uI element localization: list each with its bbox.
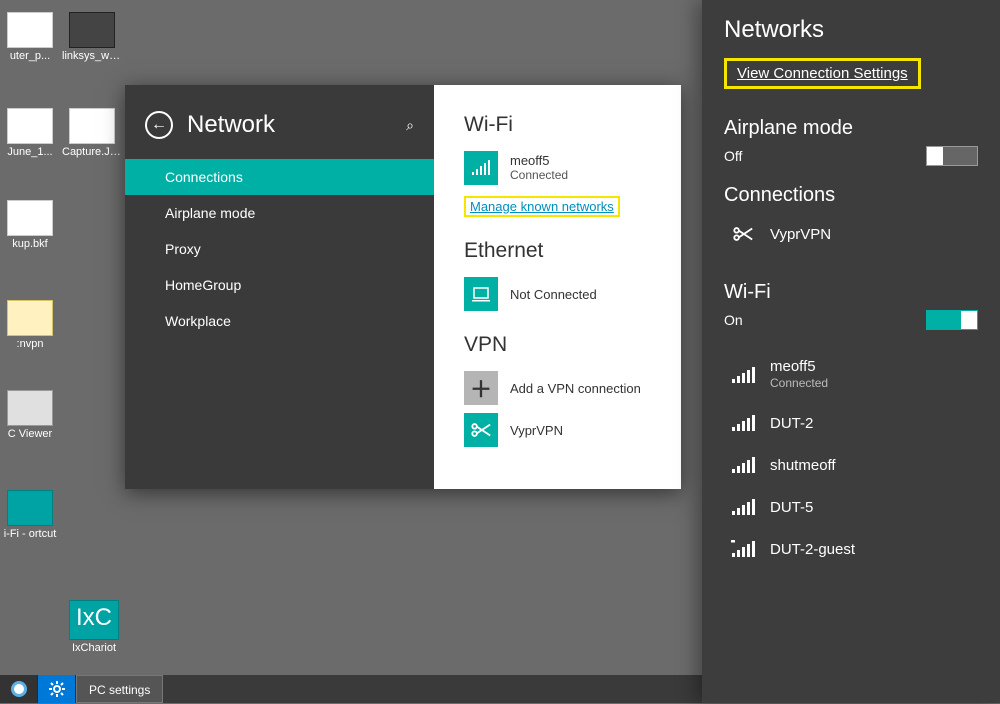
wifi-signal-icon	[730, 412, 756, 434]
vpn-heading: VPN	[464, 333, 661, 357]
settings-window: ← Network ⌕ Connections Airplane mode Pr…	[125, 85, 681, 489]
vpn-icon	[730, 223, 756, 245]
sidebar-title: Network	[187, 111, 275, 139]
taskbar-app-label[interactable]: PC settings	[76, 675, 163, 703]
desktop-icon[interactable]: i-Fi - ortcut	[0, 490, 60, 540]
wifi-status: Connected	[510, 168, 568, 183]
airplane-heading: Airplane mode	[724, 117, 978, 140]
taskbar-settings-icon[interactable]	[38, 675, 76, 703]
ethernet-status: Not Connected	[510, 287, 597, 302]
desktop-icon[interactable]: linksys_wrt1...	[62, 12, 122, 62]
settings-sidebar: ← Network ⌕ Connections Airplane mode Pr…	[125, 85, 434, 489]
networks-charm-panel: Networks View Connection Settings Airpla…	[702, 0, 1000, 703]
charms-title: Networks	[724, 16, 978, 44]
view-connection-settings-link[interactable]: View Connection Settings	[724, 58, 921, 89]
sidebar-item-airplane[interactable]: Airplane mode	[125, 195, 434, 231]
sidebar-item-homegroup[interactable]: HomeGroup	[125, 267, 434, 303]
desktop-icon[interactable]: IxC IxChariot	[62, 600, 126, 654]
ethernet-section: Ethernet Not Connected	[464, 239, 661, 311]
airplane-toggle[interactable]	[926, 146, 978, 166]
vpn-connection-item[interactable]: VyprVPN	[724, 213, 978, 255]
taskbar: PC settings	[0, 675, 702, 703]
wifi-signal-icon	[730, 364, 756, 386]
sidebar-item-workplace[interactable]: Workplace	[125, 303, 434, 339]
desktop-icon[interactable]: June_1...	[0, 108, 60, 158]
wifi-heading: Wi-Fi	[464, 113, 661, 137]
wifi-signal-icon	[464, 151, 498, 185]
wifi-signal-icon	[730, 538, 756, 560]
ethernet-heading: Ethernet	[464, 239, 661, 263]
wifi-network-item[interactable]: DUT-2-guest	[724, 528, 978, 570]
plus-icon: ＋	[464, 371, 498, 405]
add-vpn-button[interactable]: ＋ Add a VPN connection	[464, 371, 661, 405]
sidebar-header: ← Network ⌕	[125, 103, 434, 159]
sidebar-item-connections[interactable]: Connections	[125, 159, 434, 195]
connections-heading: Connections	[724, 184, 978, 207]
wifi-toggle[interactable]	[926, 310, 978, 330]
ethernet-entry[interactable]: Not Connected	[464, 277, 661, 311]
vpn-icon	[464, 413, 498, 447]
wifi-network-item[interactable]: meoff5 Connected	[724, 348, 978, 402]
settings-main: Wi-Fi meoff5 Connected Manage known netw…	[434, 85, 681, 489]
manage-known-networks-link[interactable]: Manage known networks	[464, 196, 620, 217]
sidebar-item-proxy[interactable]: Proxy	[125, 231, 434, 267]
wifi-state-label: On	[724, 312, 743, 328]
wifi-entry[interactable]: meoff5 Connected	[464, 151, 661, 185]
vpn-section: VPN ＋ Add a VPN connection VyprVPN	[464, 333, 661, 447]
taskbar-app-icon[interactable]	[0, 675, 38, 703]
back-arrow-icon: ←	[151, 116, 167, 134]
airplane-state-label: Off	[724, 148, 742, 164]
desktop-icon[interactable]: Capture.JPG	[62, 108, 122, 158]
wifi-network-item[interactable]: shutmeoff	[724, 444, 978, 486]
wifi-signal-icon	[730, 454, 756, 476]
desktop-icon[interactable]: :nvpn	[0, 300, 60, 350]
desktop-icon[interactable]: C Viewer	[0, 390, 60, 440]
back-button[interactable]: ←	[145, 111, 173, 139]
wifi-signal-icon	[730, 496, 756, 518]
wifi-heading: Wi-Fi	[724, 281, 978, 304]
desktop: uter_p... linksys_wrt1... June_1... Capt…	[0, 0, 702, 703]
desktop-icon[interactable]: kup.bkf	[0, 200, 60, 250]
desktop-icon[interactable]: uter_p...	[0, 12, 60, 62]
wifi-ssid: meoff5	[510, 153, 568, 168]
wifi-network-item[interactable]: DUT-2	[724, 402, 978, 444]
wifi-section: Wi-Fi meoff5 Connected Manage known netw…	[464, 113, 661, 217]
search-icon[interactable]: ⌕	[406, 117, 414, 134]
wifi-network-item[interactable]: DUT-5	[724, 486, 978, 528]
vpn-entry[interactable]: VyprVPN	[464, 413, 661, 447]
ethernet-icon	[464, 277, 498, 311]
